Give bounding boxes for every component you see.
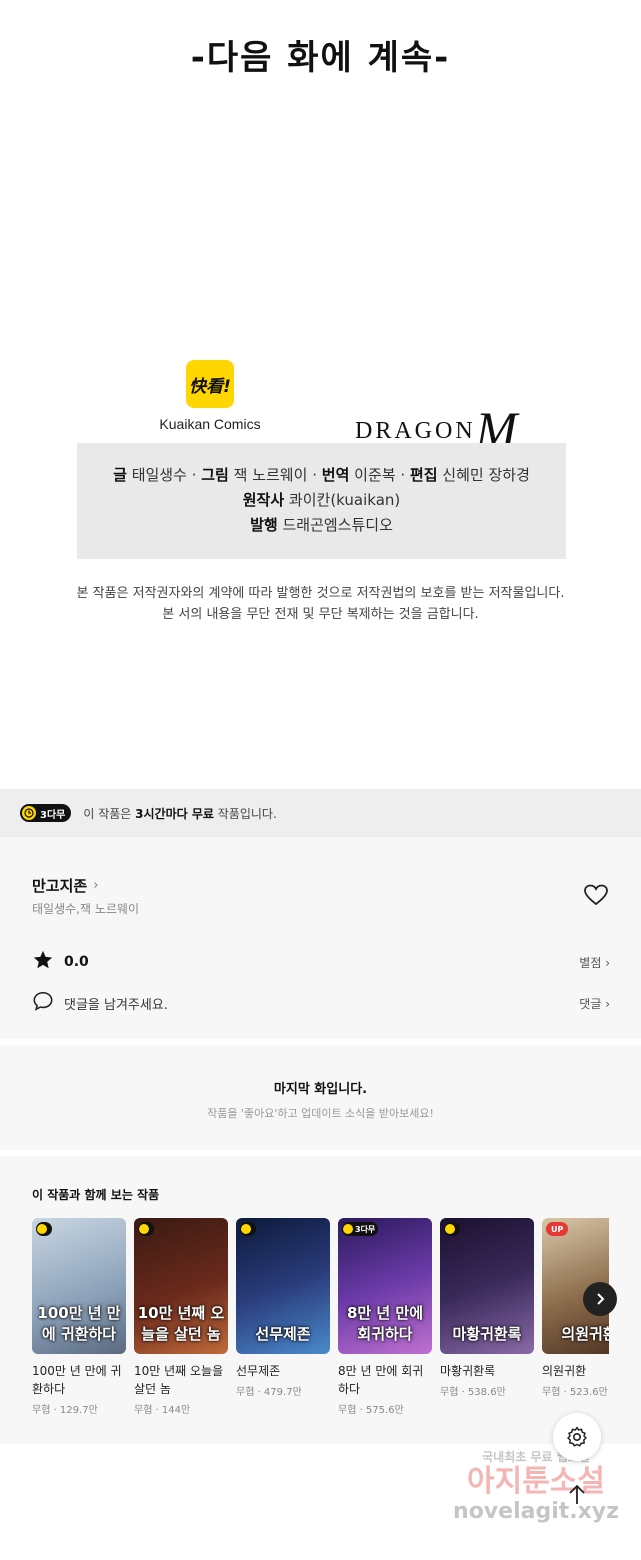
chevron-right-icon: › xyxy=(93,878,99,893)
reco-name: 마황귀환록 xyxy=(440,1364,496,1378)
settings-button[interactable] xyxy=(553,1413,601,1461)
kuaikan-logo: 快看! Kuaikan Comics xyxy=(150,360,270,432)
reco-name: 10만 년째 오늘을 살던 놈 xyxy=(134,1364,224,1396)
free-tag xyxy=(444,1222,460,1236)
reco-thumbnail: 100만 년 만에 귀환하다 xyxy=(32,1218,126,1354)
reco-thumbnail: 3다무 8만 년 만에 회귀하다 xyxy=(338,1218,432,1354)
dragon-m-logo: DRAGONM xyxy=(355,392,517,457)
credit-line-3: 발행 드래곤엠스튜디오 xyxy=(250,516,393,534)
free-tag xyxy=(138,1222,154,1236)
reco-card[interactable]: 마황귀환록 마황귀환록 무협 · 538.6만 xyxy=(440,1218,534,1398)
reco-thumbnail: 마황귀환록 xyxy=(440,1218,534,1354)
like-heart-icon[interactable] xyxy=(583,883,609,907)
reco-thumbnail: 선무제존 xyxy=(236,1218,330,1354)
watermark-line-1: 국내최초 무료 웹소설 xyxy=(482,1450,590,1464)
thumbnail-art-title: 의원귀환 xyxy=(561,1325,609,1343)
watermark: 국내최초 무료 웹소설 아지툰소설 novelagit.xyz xyxy=(436,1448,636,1524)
kuaikan-name: Kuaikan Comics xyxy=(159,416,261,432)
series-info: 만고지존 › 태일생수,잭 노르웨이 0.0 별점 › 댓글을 남겨주세요. 댓글… xyxy=(0,837,641,1039)
up-tag: UP xyxy=(546,1222,569,1236)
reco-meta: 무협 · 538.6만 xyxy=(440,1387,506,1398)
free-tag xyxy=(36,1222,52,1236)
thumbnail-art-title: 100만 년 만에 귀환하다 xyxy=(37,1304,121,1343)
reco-thumbnail: 10만 년째 오늘을 살던 놈 xyxy=(134,1218,228,1354)
rate-link[interactable]: 별점 › xyxy=(579,954,610,971)
watermark-line-3: novelagit.xyz xyxy=(453,1499,619,1524)
dragon-text: DRAGON xyxy=(355,418,476,444)
comment-placeholder: 댓글을 남겨주세요. xyxy=(64,997,168,1013)
reco-card[interactable]: 3다무 8만 년 만에 회귀하다 8만 년 만에 회귀하다 무협 · 575.6… xyxy=(338,1218,432,1416)
carousel-next-button[interactable] xyxy=(583,1282,617,1316)
clock-icon xyxy=(22,806,36,820)
thumbnail-art-title: 8만 년 만에 회귀하다 xyxy=(346,1304,424,1343)
reco-name: 선무제존 xyxy=(236,1364,281,1378)
reco-name: 8만 년 만에 회귀하다 xyxy=(338,1364,424,1396)
free-badge: 3다무 xyxy=(20,804,72,822)
copyright-line-2: 본 서의 내용을 무단 전재 및 무단 복제하는 것을 금합니다. xyxy=(162,607,479,622)
credit-line-2: 원작사 콰이칸(kuaikan) xyxy=(242,491,401,509)
recommendation-list: 100만 년 만에 귀환하다 100만 년 만에 귀환하다 무협 · 129.7… xyxy=(32,1218,609,1428)
clock-icon xyxy=(139,1224,149,1234)
chevron-right-icon xyxy=(597,1293,605,1305)
rating-row: 0.0 별점 › xyxy=(32,949,610,975)
watermark-line-2: 아지툰소설 xyxy=(467,1464,605,1499)
reco-meta: 무협 · 575.6만 xyxy=(338,1405,404,1416)
kuaikan-badge-icon: 快看! xyxy=(186,360,234,408)
reco-name: 의원귀환 xyxy=(542,1364,587,1378)
series-title-link[interactable]: 만고지존 › xyxy=(32,875,98,896)
reco-card[interactable]: 100만 년 만에 귀환하다 100만 년 만에 귀환하다 무협 · 129.7… xyxy=(32,1218,126,1416)
free-bar-text: 이 작품은 3시간마다 무료 작품입니다. xyxy=(83,806,277,821)
reco-card[interactable]: 10만 년째 오늘을 살던 놈 10만 년째 오늘을 살던 놈 무협 · 144… xyxy=(134,1218,228,1416)
copyright-notice: 본 작품은 저작권자와의 계약에 따라 발행한 것으로 저작권법의 보호를 받는… xyxy=(0,583,641,625)
series-authors: 태일생수,잭 노르웨이 xyxy=(32,902,139,916)
thumbnail-art-title: 선무제존 xyxy=(255,1325,311,1343)
comment-bubble-icon xyxy=(32,990,54,1016)
recommendation-section: 이 작품과 함께 보는 작품 100만 년 만에 귀환하다 100만 년 만에 … xyxy=(0,1156,641,1444)
credit-line-1: 글 태일생수 · 그림 잭 노르웨이 · 번역 이준복 · 편집 신혜민 장하경 xyxy=(113,466,530,484)
thumbnail-art-title: 마황귀환록 xyxy=(452,1325,522,1343)
comment-link[interactable]: 댓글 › xyxy=(579,995,610,1012)
copyright-line-1: 본 작품은 저작권자와의 계약에 따라 발행한 것으로 저작권법의 보호를 받는… xyxy=(76,586,565,601)
clock-icon xyxy=(37,1224,47,1234)
rating-value: 0.0 xyxy=(64,954,89,970)
free-info-bar: 3다무 이 작품은 3시간마다 무료 작품입니다. xyxy=(0,789,641,837)
reco-meta: 무협 · 144만 xyxy=(134,1405,191,1416)
star-icon xyxy=(32,949,54,975)
clock-icon xyxy=(343,1224,353,1234)
credit-box: 글 태일생수 · 그림 잭 노르웨이 · 번역 이준복 · 편집 신혜민 장하경… xyxy=(77,443,566,559)
thumbnail-art-title: 10만 년째 오늘을 살던 놈 xyxy=(137,1304,225,1343)
last-episode-subtitle: 작품을 '좋아요'하고 업데이트 소식을 받아보세요! xyxy=(207,1107,434,1120)
reco-card[interactable]: 선무제존 선무제존 무협 · 479.7만 xyxy=(236,1218,330,1398)
gear-icon xyxy=(567,1426,587,1447)
reco-meta: 무협 · 129.7만 xyxy=(32,1405,98,1416)
arrow-up-icon xyxy=(569,1484,585,1504)
reco-name: 100만 년 만에 귀환하다 xyxy=(32,1364,122,1396)
reco-meta: 무협 · 479.7만 xyxy=(236,1387,302,1398)
recommendation-title: 이 작품과 함께 보는 작품 xyxy=(32,1188,160,1202)
to-be-continued-text: -다음 화에 계속- xyxy=(190,38,451,78)
comment-row[interactable]: 댓글을 남겨주세요. 댓글 › xyxy=(32,990,610,1016)
clock-icon xyxy=(241,1224,251,1234)
clock-icon xyxy=(445,1224,455,1234)
free-tag: 3다무 xyxy=(342,1222,379,1236)
last-episode-notice: 마지막 화입니다. 작품을 '좋아요'하고 업데이트 소식을 받아보세요! xyxy=(0,1045,641,1150)
scroll-top-button[interactable] xyxy=(553,1470,601,1518)
free-tag xyxy=(240,1222,256,1236)
last-episode-title: 마지막 화입니다. xyxy=(273,1082,368,1097)
reco-meta: 무협 · 523.6만 xyxy=(542,1387,608,1398)
